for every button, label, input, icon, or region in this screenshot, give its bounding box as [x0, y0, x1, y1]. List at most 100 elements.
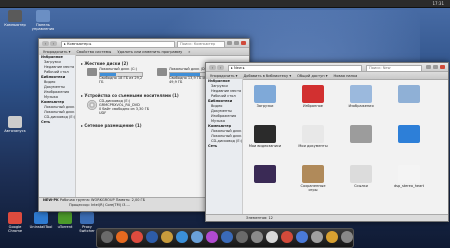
search-input[interactable]: Поиск: New — [366, 64, 422, 72]
navigation-pane: Избранное Загрузки Недавние места Рабочий с… — [39, 55, 76, 205]
desktop-icon-label: UninstallTool — [29, 225, 53, 229]
folder-icon — [350, 125, 372, 143]
dock-taskbar — [96, 228, 354, 248]
desktop-icon-image — [80, 212, 94, 224]
computer-window-titlebar[interactable]: ‹ › ▸ Компьютер ▸ Поиск: Компьютер — [39, 39, 249, 48]
new-window-titlebar[interactable]: ‹ › ▸ New ▸ Поиск: New — [206, 63, 448, 72]
folder-icon — [254, 165, 276, 183]
toolbar-button[interactable]: Удалить или изменить программу — [117, 50, 182, 54]
folder-item[interactable]: Изображения — [344, 85, 378, 108]
app-icon[interactable] — [176, 231, 188, 243]
status-bar: Элементов: 12 — [206, 214, 448, 221]
folder-icon — [302, 165, 324, 183]
drive-tile[interactable]: Локальный диск (C:) Свободно 18 ГБ из 29,… — [87, 67, 145, 84]
pc-name: NEW-PK — [43, 198, 59, 202]
top-menu-bar: 17:31 — [0, 0, 450, 8]
app4-icon[interactable] — [221, 231, 233, 243]
toolbar-button[interactable]: Упорядочить ▾ — [43, 50, 70, 54]
toolbar-button[interactable]: Свойства системы — [76, 50, 111, 54]
folder-icon — [254, 85, 276, 103]
folder-item[interactable]: Избранное — [296, 85, 330, 108]
toolbar-button[interactable]: » — [188, 50, 190, 54]
folder-label: Загрузки — [256, 104, 274, 108]
app3-icon[interactable] — [206, 231, 218, 243]
app10-icon[interactable] — [311, 231, 323, 243]
maximize-button[interactable] — [234, 41, 239, 45]
minimize-button[interactable] — [227, 41, 232, 45]
app11-icon[interactable] — [326, 231, 338, 243]
window-controls — [426, 65, 445, 69]
forward-button[interactable]: › — [50, 40, 57, 46]
navigation-pane: Избранное Загрузки Недавние места Рабочий с… — [206, 79, 243, 215]
minimize-button[interactable] — [426, 65, 431, 69]
drive-name: Локальный диск (C:) — [99, 67, 137, 71]
folder-icon — [350, 165, 372, 183]
folder-item[interactable]: Загрузки — [248, 85, 282, 108]
address-bar[interactable]: ▸ New ▸ — [228, 64, 362, 72]
forward-button[interactable]: › — [217, 64, 224, 70]
back-button[interactable]: ‹ — [42, 40, 49, 46]
cd-fs: UDF — [99, 111, 107, 115]
new-folder-window: ‹ › ▸ New ▸ Поиск: New Упорядочить ▾ Доба… — [205, 62, 449, 222]
folder-item[interactable]: Мои видеозаписи — [248, 125, 282, 148]
app7-icon[interactable] — [266, 231, 278, 243]
desktop-icon[interactable]: UninstallTool — [28, 212, 54, 229]
maximize-button[interactable] — [433, 65, 438, 69]
desktop-icon[interactable]: Автозапуск — [2, 116, 28, 133]
chrome-icon[interactable] — [131, 231, 143, 243]
app2-icon[interactable] — [191, 231, 203, 243]
folder-label: Избранное — [303, 104, 323, 108]
app12-icon[interactable] — [341, 231, 353, 243]
desktop-icon[interactable]: Панель управления — [30, 10, 56, 31]
app8-icon[interactable] — [281, 231, 293, 243]
toolbar-button[interactable]: Общий доступ ▾ — [297, 74, 327, 78]
desktop-icon[interactable]: Компьютер — [2, 10, 28, 27]
drive-name: Локальный диск (D:) — [169, 67, 208, 71]
nav-buttons: ‹ › — [209, 64, 224, 70]
start-button-icon[interactable] — [101, 231, 113, 243]
folder-icon — [302, 125, 324, 143]
app6-icon[interactable] — [251, 231, 263, 243]
desktop-icon-image — [8, 116, 22, 128]
close-button[interactable] — [440, 65, 445, 69]
app9-icon[interactable] — [296, 231, 308, 243]
folder-item[interactable]: Мои документы — [296, 125, 330, 148]
back-button[interactable]: ‹ — [209, 64, 216, 70]
folder-icon — [398, 165, 420, 183]
folder-item[interactable] — [392, 85, 426, 104]
toolbar-button[interactable]: Новая папка — [334, 74, 358, 78]
firefox-icon[interactable] — [116, 231, 128, 243]
folder-label: Сохраненные игры — [300, 184, 326, 192]
desktop-icon[interactable]: Google Chrome — [2, 212, 28, 233]
folder-item[interactable]: Ссылки — [344, 165, 378, 188]
sidebar-header[interactable]: Сеть — [206, 144, 242, 149]
folder-item[interactable] — [344, 125, 378, 144]
search-input[interactable]: Поиск: Компьютер — [177, 40, 225, 48]
nav-buttons: ‹ › — [42, 40, 57, 46]
folder-label: Изображения — [348, 104, 374, 108]
folder-item[interactable] — [248, 165, 282, 184]
folder-item[interactable] — [392, 125, 426, 144]
close-button[interactable] — [241, 41, 246, 45]
address-bar[interactable]: ▸ Компьютер ▸ — [61, 40, 175, 48]
section-hard-drives: ▸ Жесткие диски (2) — [81, 61, 129, 66]
hard-drive-icon — [87, 68, 97, 76]
explorer-icon[interactable] — [161, 231, 173, 243]
toolbar-button[interactable]: Добавить в библиотеку ▾ — [243, 74, 291, 78]
cd-drive[interactable]: CD-дисковод (E:) GRMCPRXVOL_RU_DVD 0 бай… — [87, 99, 157, 117]
clock: 17:31 — [432, 1, 444, 6]
desktop-icon-image — [8, 10, 22, 22]
folder-icon — [398, 85, 420, 103]
media-player-icon[interactable] — [146, 231, 158, 243]
folder-icon — [398, 125, 420, 143]
app5-icon[interactable] — [236, 231, 248, 243]
desktop-icon-image — [36, 10, 50, 22]
folder-item[interactable]: Сохраненные игры — [296, 165, 330, 192]
cpu: Intel(R) Core(TM) i3-... — [91, 203, 130, 207]
folder-icon — [350, 85, 372, 103]
folder-item[interactable]: dsp_stereo_heart — [392, 165, 426, 188]
sidebar-header[interactable]: Сеть — [39, 120, 75, 125]
section-network: ▸ Сетевое размещение (1) — [81, 123, 142, 128]
folder-label: Мои видеозаписи — [248, 144, 282, 148]
toolbar-button[interactable]: Упорядочить ▾ — [210, 74, 237, 78]
